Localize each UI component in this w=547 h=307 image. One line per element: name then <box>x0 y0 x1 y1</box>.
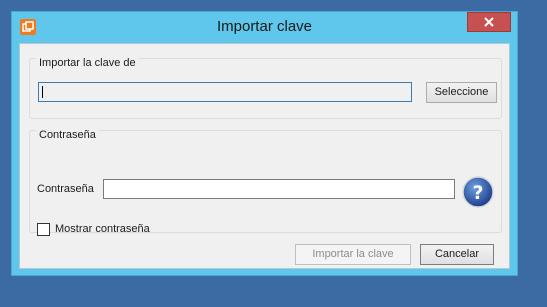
password-field[interactable] <box>103 179 455 199</box>
import-from-legend: Importar la clave de <box>36 57 139 69</box>
password-legend: Contraseña <box>36 129 99 141</box>
text-caret <box>42 86 43 98</box>
cancel-button[interactable]: Cancelar <box>420 244 494 265</box>
select-button[interactable]: Seleccione <box>426 82 497 103</box>
close-icon <box>484 17 494 27</box>
dialog-content: Importar la clave de Seleccione Contrase… <box>19 43 510 269</box>
close-button[interactable] <box>467 12 511 32</box>
import-key-button[interactable]: Importar la clave <box>295 244 411 265</box>
title-bar[interactable]: Importar clave <box>12 12 517 43</box>
password-label: Contraseña <box>37 183 94 195</box>
show-password-checkbox[interactable] <box>37 223 50 236</box>
key-file-input[interactable] <box>38 82 412 102</box>
window-title: Importar clave <box>216 18 313 35</box>
help-icon[interactable]: ? <box>462 176 494 208</box>
import-from-group: Importar la clave de Seleccione <box>29 57 502 119</box>
password-group: Contraseña Contraseña ? Mostrar contrase… <box>29 129 502 236</box>
show-password-label[interactable]: Mostrar contraseña <box>55 223 150 235</box>
svg-text:?: ? <box>472 182 483 204</box>
dialog-window: Importar clave Importar la clave de Sele… <box>11 11 518 276</box>
